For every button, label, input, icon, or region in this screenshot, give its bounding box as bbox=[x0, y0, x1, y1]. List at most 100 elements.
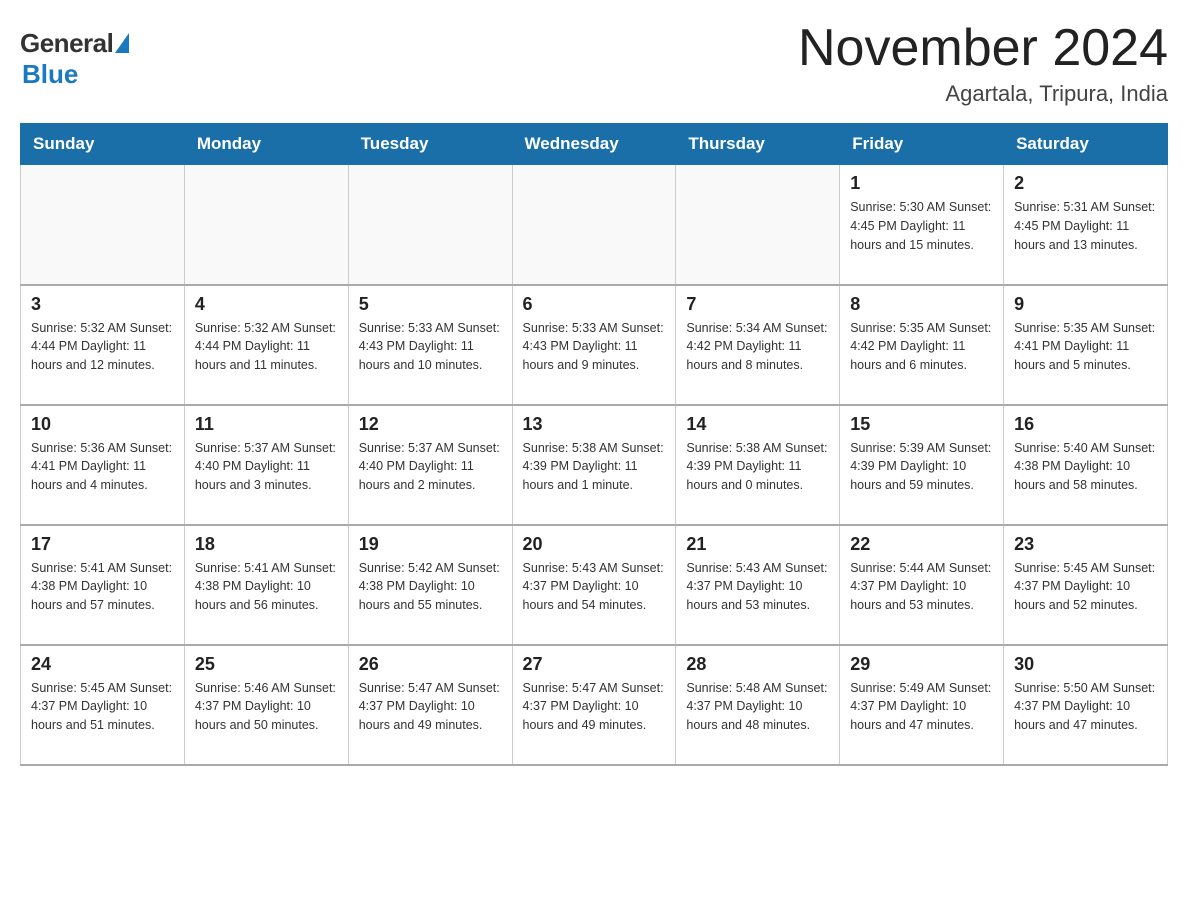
logo-blue-text: Blue bbox=[22, 59, 78, 90]
calendar-table: Sunday Monday Tuesday Wednesday Thursday… bbox=[20, 123, 1168, 766]
calendar-week-row: 17 Sunrise: 5:41 AM Sunset: 4:38 PM Dayli… bbox=[21, 525, 1168, 645]
day-number: 2 bbox=[1014, 173, 1157, 194]
day-info: Sunrise: 5:37 AM Sunset: 4:40 PM Dayligh… bbox=[359, 439, 502, 495]
table-row: 13Sunrise: 5:38 AM Sunset: 4:39 PM Dayli… bbox=[512, 405, 676, 525]
table-row: 10 Sunrise: 5:36 AM Sunset: 4:41 PM Dayli… bbox=[21, 405, 185, 525]
day-info: Sunrise: 5:41 AM Sunset: 4:38 PM Dayligh… bbox=[195, 559, 338, 615]
table-row: 14 Sunrise: 5:38 AM Sunset: 4:39 PM Dayli… bbox=[676, 405, 840, 525]
col-monday: Monday bbox=[184, 124, 348, 165]
header: General Blue November 2024 Agartala, Tri… bbox=[20, 20, 1168, 107]
table-row: 21Sunrise: 5:43 AM Sunset: 4:37 PM Dayli… bbox=[676, 525, 840, 645]
col-friday: Friday bbox=[840, 124, 1004, 165]
col-tuesday: Tuesday bbox=[348, 124, 512, 165]
logo-general-text: General bbox=[20, 28, 113, 59]
table-row bbox=[21, 165, 185, 285]
day-info: Sunrise: 5:45 AM Sunset: 4:37 PM Dayligh… bbox=[1014, 559, 1157, 615]
title-area: November 2024 Agartala, Tripura, India bbox=[798, 20, 1168, 107]
table-row bbox=[184, 165, 348, 285]
day-number: 4 bbox=[195, 294, 338, 315]
day-info: Sunrise: 5:49 AM Sunset: 4:37 PM Dayligh… bbox=[850, 679, 993, 735]
day-number: 25 bbox=[195, 654, 338, 675]
day-number: 18 bbox=[195, 534, 338, 555]
table-row: 23 Sunrise: 5:45 AM Sunset: 4:37 PM Dayli… bbox=[1004, 525, 1168, 645]
day-info: Sunrise: 5:47 AM Sunset: 4:37 PM Dayligh… bbox=[359, 679, 502, 735]
day-info: Sunrise: 5:48 AM Sunset: 4:37 PM Dayligh… bbox=[686, 679, 829, 735]
day-number: 14 bbox=[686, 414, 829, 435]
table-row: 30Sunrise: 5:50 AM Sunset: 4:37 PM Dayli… bbox=[1004, 645, 1168, 765]
day-number: 29 bbox=[850, 654, 993, 675]
day-info: Sunrise: 5:45 AM Sunset: 4:37 PM Dayligh… bbox=[31, 679, 174, 735]
day-number: 8 bbox=[850, 294, 993, 315]
day-info: Sunrise: 5:42 AM Sunset: 4:38 PM Dayligh… bbox=[359, 559, 502, 615]
day-number: 1 bbox=[850, 173, 993, 194]
table-row: 25 Sunrise: 5:46 AM Sunset: 4:37 PM Dayli… bbox=[184, 645, 348, 765]
logo-triangle-icon bbox=[115, 33, 129, 53]
table-row: 27Sunrise: 5:47 AM Sunset: 4:37 PM Dayli… bbox=[512, 645, 676, 765]
day-number: 28 bbox=[686, 654, 829, 675]
table-row bbox=[676, 165, 840, 285]
day-number: 11 bbox=[195, 414, 338, 435]
table-row: 11Sunrise: 5:37 AM Sunset: 4:40 PM Dayli… bbox=[184, 405, 348, 525]
table-row: 3Sunrise: 5:32 AM Sunset: 4:44 PM Daylig… bbox=[21, 285, 185, 405]
day-number: 24 bbox=[31, 654, 174, 675]
table-row: 8Sunrise: 5:35 AM Sunset: 4:42 PM Daylig… bbox=[840, 285, 1004, 405]
day-number: 30 bbox=[1014, 654, 1157, 675]
table-row: 26 Sunrise: 5:47 AM Sunset: 4:37 PM Dayli… bbox=[348, 645, 512, 765]
day-info: Sunrise: 5:47 AM Sunset: 4:37 PM Dayligh… bbox=[523, 679, 666, 735]
table-row: 15Sunrise: 5:39 AM Sunset: 4:39 PM Dayli… bbox=[840, 405, 1004, 525]
table-row: 9 Sunrise: 5:35 AM Sunset: 4:41 PM Daylig… bbox=[1004, 285, 1168, 405]
table-row: 22 Sunrise: 5:44 AM Sunset: 4:37 PM Dayli… bbox=[840, 525, 1004, 645]
table-row: 6 Sunrise: 5:33 AM Sunset: 4:43 PM Daylig… bbox=[512, 285, 676, 405]
logo: General Blue bbox=[20, 20, 129, 90]
day-info: Sunrise: 5:32 AM Sunset: 4:44 PM Dayligh… bbox=[195, 319, 338, 375]
calendar-week-row: 24 Sunrise: 5:45 AM Sunset: 4:37 PM Dayli… bbox=[21, 645, 1168, 765]
table-row bbox=[348, 165, 512, 285]
day-info: Sunrise: 5:39 AM Sunset: 4:39 PM Dayligh… bbox=[850, 439, 993, 495]
day-info: Sunrise: 5:38 AM Sunset: 4:39 PM Dayligh… bbox=[523, 439, 666, 495]
table-row: 19 Sunrise: 5:42 AM Sunset: 4:38 PM Dayli… bbox=[348, 525, 512, 645]
col-sunday: Sunday bbox=[21, 124, 185, 165]
calendar-week-row: 3Sunrise: 5:32 AM Sunset: 4:44 PM Daylig… bbox=[21, 285, 1168, 405]
day-number: 17 bbox=[31, 534, 174, 555]
day-number: 19 bbox=[359, 534, 502, 555]
table-row: 17 Sunrise: 5:41 AM Sunset: 4:38 PM Dayli… bbox=[21, 525, 185, 645]
day-info: Sunrise: 5:30 AM Sunset: 4:45 PM Dayligh… bbox=[850, 198, 993, 254]
day-number: 22 bbox=[850, 534, 993, 555]
day-number: 12 bbox=[359, 414, 502, 435]
day-number: 7 bbox=[686, 294, 829, 315]
day-number: 26 bbox=[359, 654, 502, 675]
day-number: 23 bbox=[1014, 534, 1157, 555]
table-row: 16Sunrise: 5:40 AM Sunset: 4:38 PM Dayli… bbox=[1004, 405, 1168, 525]
day-number: 6 bbox=[523, 294, 666, 315]
day-info: Sunrise: 5:38 AM Sunset: 4:39 PM Dayligh… bbox=[686, 439, 829, 495]
day-info: Sunrise: 5:32 AM Sunset: 4:44 PM Dayligh… bbox=[31, 319, 174, 375]
day-number: 9 bbox=[1014, 294, 1157, 315]
col-saturday: Saturday bbox=[1004, 124, 1168, 165]
table-row: 5Sunrise: 5:33 AM Sunset: 4:43 PM Daylig… bbox=[348, 285, 512, 405]
day-info: Sunrise: 5:35 AM Sunset: 4:41 PM Dayligh… bbox=[1014, 319, 1157, 375]
day-info: Sunrise: 5:44 AM Sunset: 4:37 PM Dayligh… bbox=[850, 559, 993, 615]
day-info: Sunrise: 5:41 AM Sunset: 4:38 PM Dayligh… bbox=[31, 559, 174, 615]
table-row: 24 Sunrise: 5:45 AM Sunset: 4:37 PM Dayli… bbox=[21, 645, 185, 765]
table-row: 7Sunrise: 5:34 AM Sunset: 4:42 PM Daylig… bbox=[676, 285, 840, 405]
day-info: Sunrise: 5:36 AM Sunset: 4:41 PM Dayligh… bbox=[31, 439, 174, 495]
day-info: Sunrise: 5:33 AM Sunset: 4:43 PM Dayligh… bbox=[523, 319, 666, 375]
col-thursday: Thursday bbox=[676, 124, 840, 165]
day-info: Sunrise: 5:31 AM Sunset: 4:45 PM Dayligh… bbox=[1014, 198, 1157, 254]
table-row: 20Sunrise: 5:43 AM Sunset: 4:37 PM Dayli… bbox=[512, 525, 676, 645]
day-number: 21 bbox=[686, 534, 829, 555]
day-number: 5 bbox=[359, 294, 502, 315]
day-info: Sunrise: 5:43 AM Sunset: 4:37 PM Dayligh… bbox=[523, 559, 666, 615]
day-number: 10 bbox=[31, 414, 174, 435]
location-title: Agartala, Tripura, India bbox=[798, 81, 1168, 107]
table-row: 2 Sunrise: 5:31 AM Sunset: 4:45 PM Daylig… bbox=[1004, 165, 1168, 285]
table-row: 1 Sunrise: 5:30 AM Sunset: 4:45 PM Daylig… bbox=[840, 165, 1004, 285]
day-info: Sunrise: 5:46 AM Sunset: 4:37 PM Dayligh… bbox=[195, 679, 338, 735]
month-title: November 2024 bbox=[798, 20, 1168, 77]
table-row: 29 Sunrise: 5:49 AM Sunset: 4:37 PM Dayli… bbox=[840, 645, 1004, 765]
table-row: 18 Sunrise: 5:41 AM Sunset: 4:38 PM Dayli… bbox=[184, 525, 348, 645]
col-wednesday: Wednesday bbox=[512, 124, 676, 165]
calendar-week-row: 1 Sunrise: 5:30 AM Sunset: 4:45 PM Daylig… bbox=[21, 165, 1168, 285]
calendar-header-row: Sunday Monday Tuesday Wednesday Thursday… bbox=[21, 124, 1168, 165]
table-row: 12 Sunrise: 5:37 AM Sunset: 4:40 PM Dayli… bbox=[348, 405, 512, 525]
